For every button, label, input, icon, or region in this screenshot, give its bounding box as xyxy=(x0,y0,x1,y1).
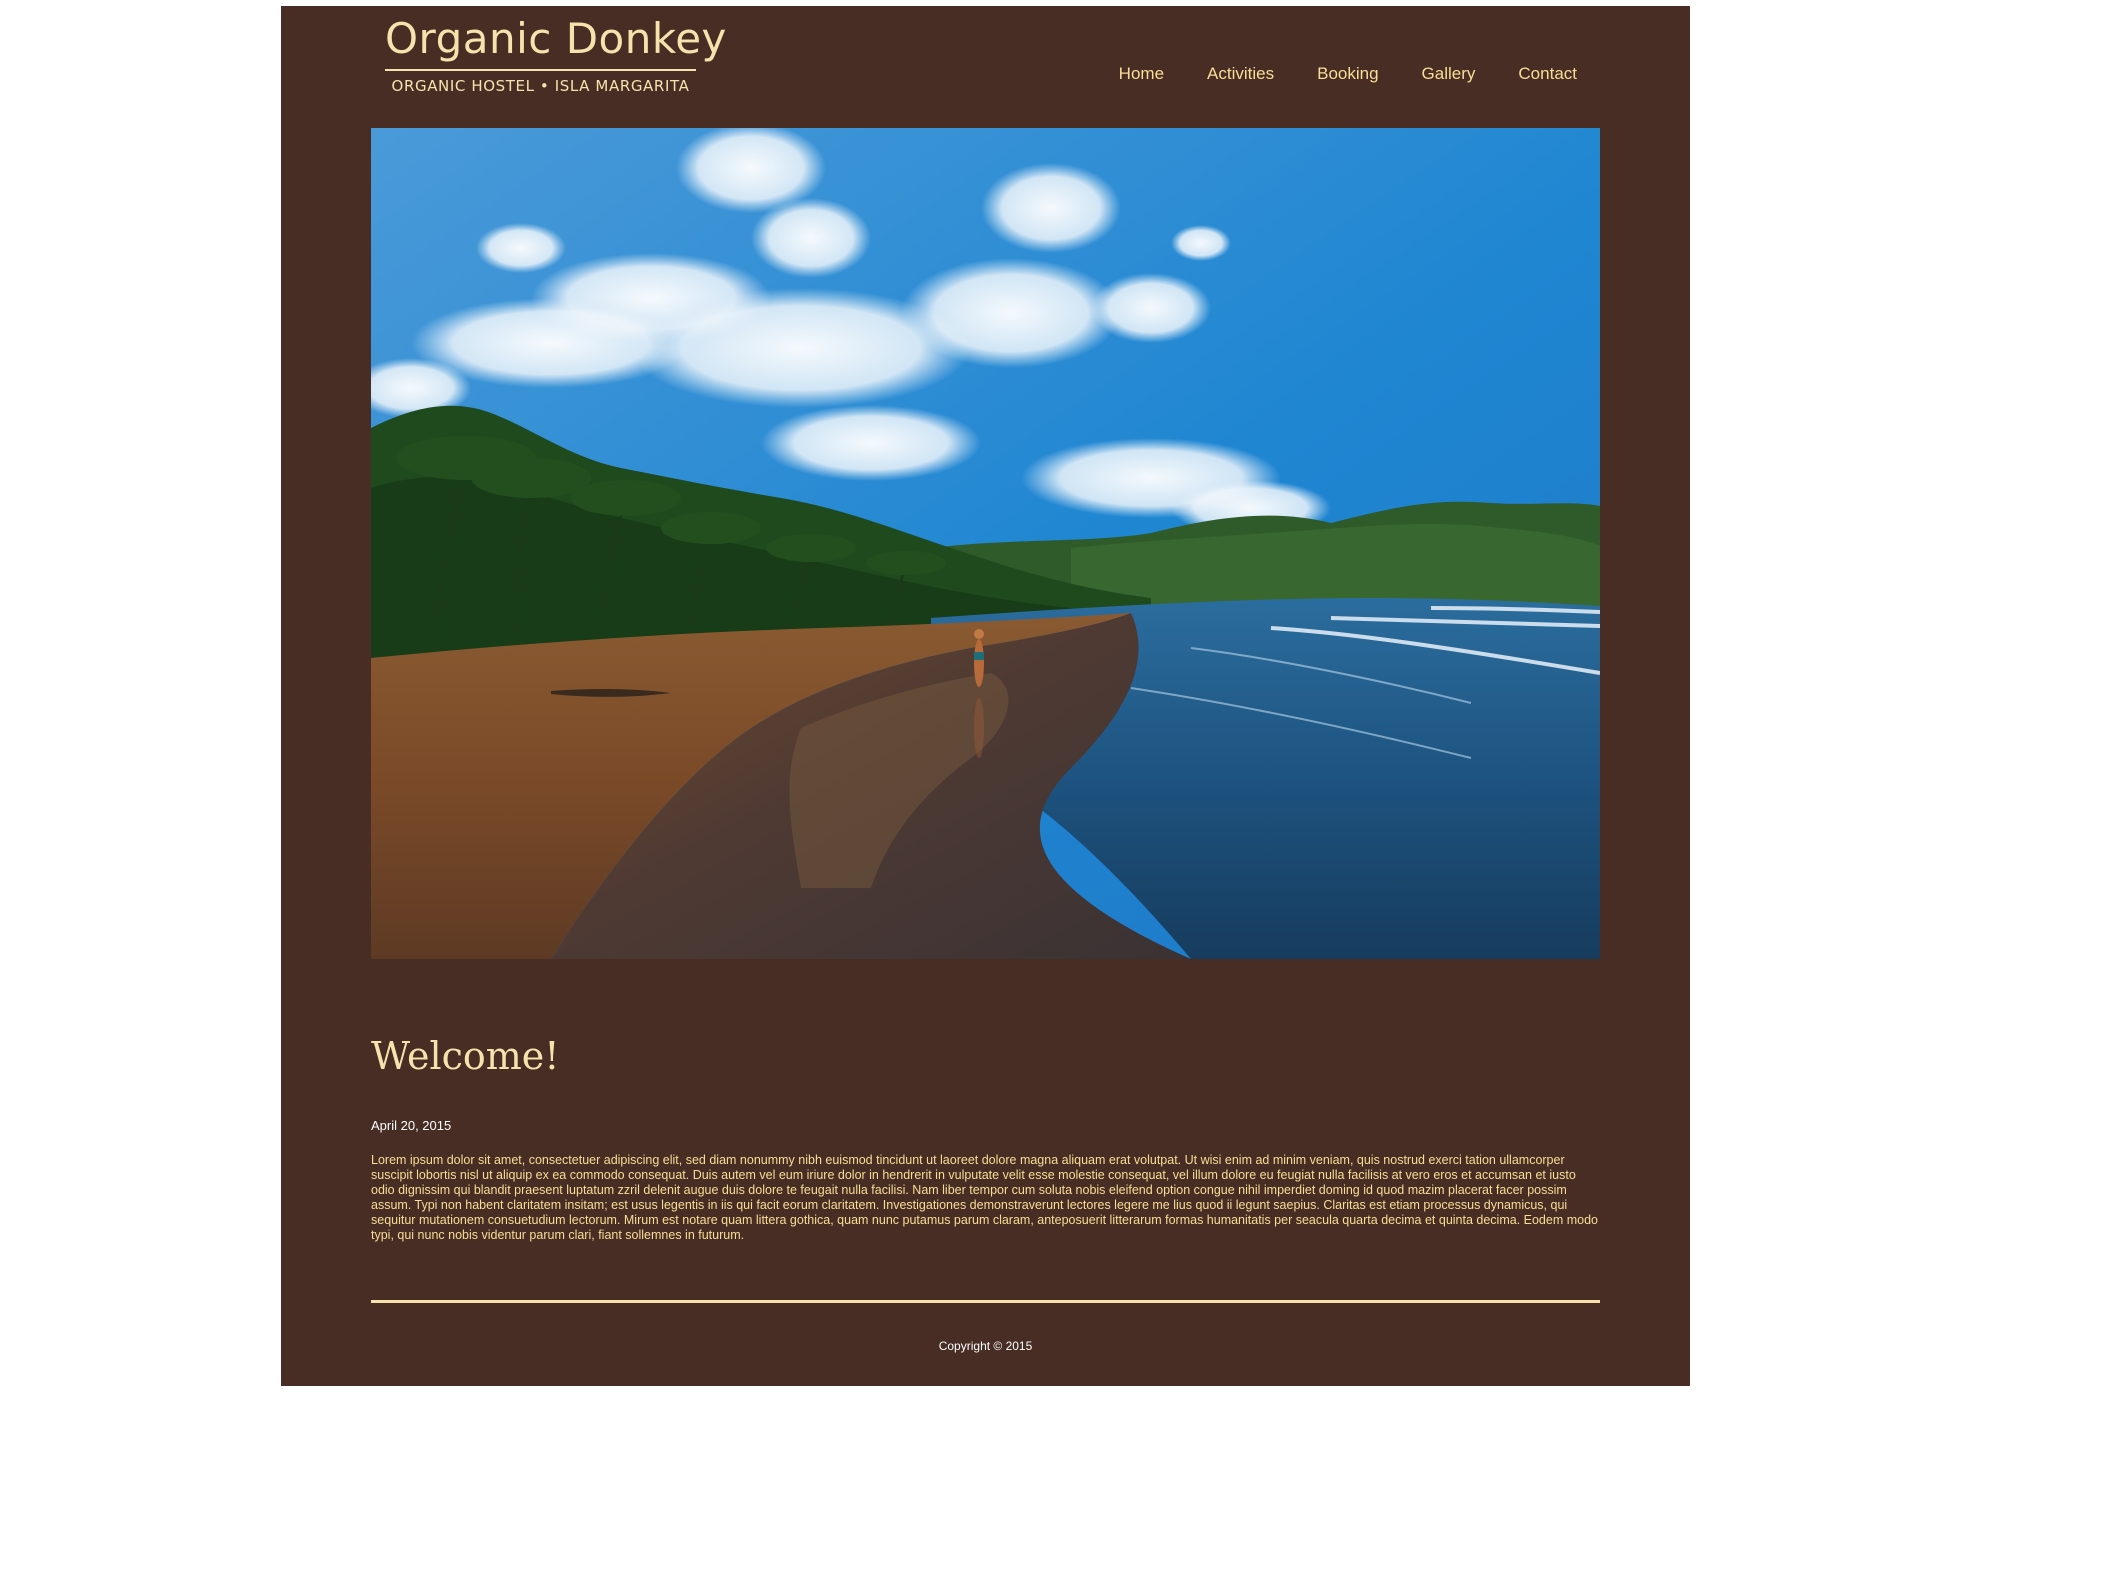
copyright-text: Copyright © 2015 xyxy=(938,1339,1033,1353)
post-body: Lorem ipsum dolor sit amet, consectetuer… xyxy=(371,1153,1598,1242)
nav-activities[interactable]: Activities xyxy=(1207,64,1274,84)
post-date: April 20, 2015 xyxy=(371,1118,452,1133)
welcome-heading: Welcome! xyxy=(371,1034,560,1078)
page-container: Organic Donkey ORGANIC HOSTEL • ISLA MAR… xyxy=(281,6,1690,1386)
site-title: Organic Donkey xyxy=(385,14,727,63)
nav-booking[interactable]: Booking xyxy=(1317,64,1378,84)
hero-image xyxy=(371,128,1600,959)
nav-home[interactable]: Home xyxy=(1119,64,1164,84)
main-nav: Home Activities Booking Gallery Contact xyxy=(1119,64,1577,84)
nav-gallery[interactable]: Gallery xyxy=(1422,64,1476,84)
logo-divider xyxy=(385,69,696,71)
beach-photo xyxy=(371,128,1600,959)
footer-divider xyxy=(371,1300,1600,1303)
nav-contact[interactable]: Contact xyxy=(1518,64,1577,84)
site-subtitle: ORGANIC HOSTEL • ISLA MARGARITA xyxy=(391,77,690,95)
site-logo[interactable]: Organic Donkey ORGANIC HOSTEL • ISLA MAR… xyxy=(385,12,727,98)
